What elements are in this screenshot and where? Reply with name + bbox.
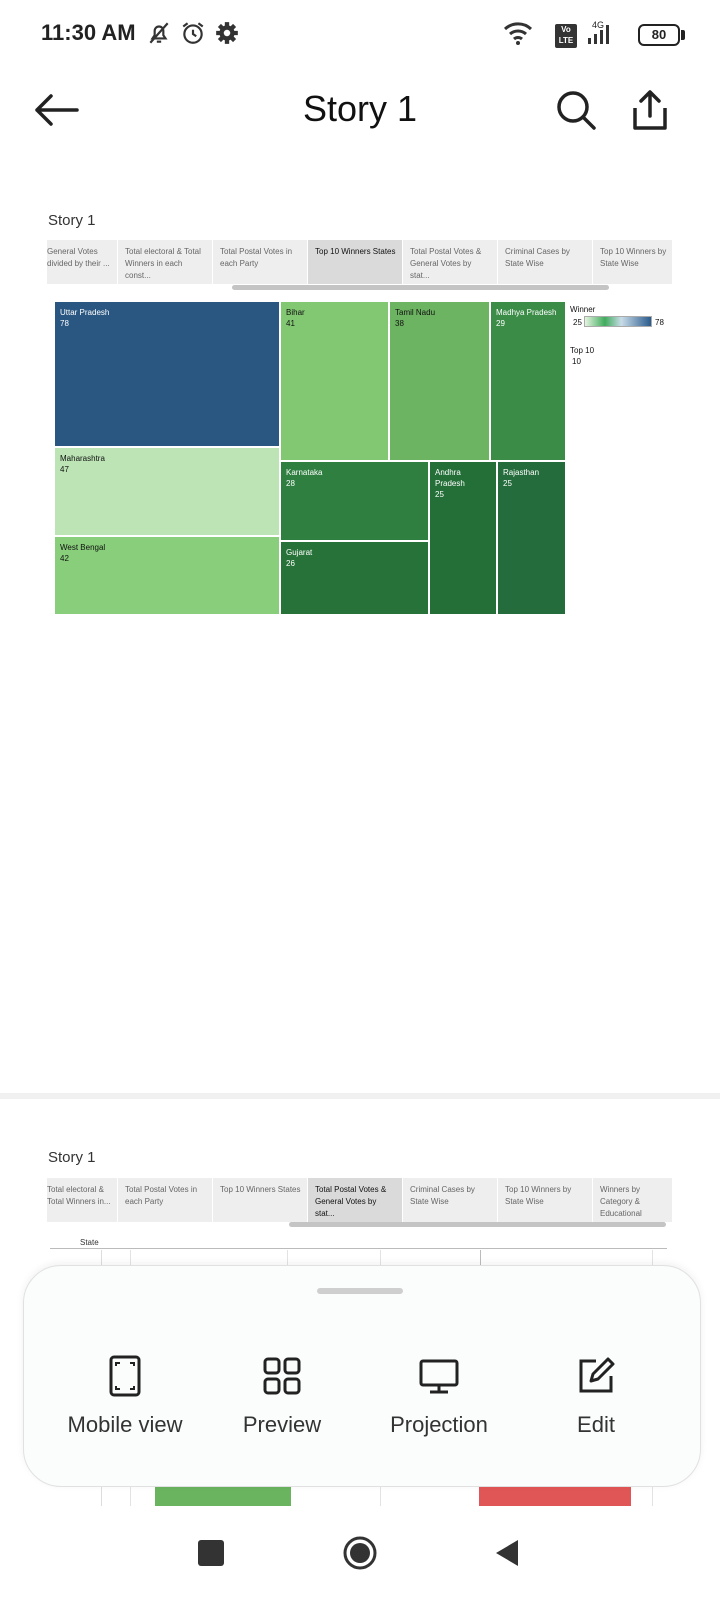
action-label: Edit [577,1412,615,1437]
back-triangle-icon[interactable] [494,1538,520,1568]
action-label: Mobile view [67,1412,183,1437]
cell-name: Andhra Pradesh [435,468,465,488]
story-label: Story 1 [48,212,96,229]
action-label: Preview [242,1412,322,1437]
story-tab[interactable]: Total Postal Votes & General Votes by st… [403,240,498,284]
home-circle-icon[interactable] [343,1536,377,1570]
legend-min: 25 [573,318,582,327]
mobile-view-icon [103,1354,147,1398]
cell-name: Maharashtra [60,454,105,463]
tabs-scrollbar[interactable] [289,1222,666,1227]
treemap-cell[interactable]: Rajasthan 25 [497,461,566,615]
settings-gear-icon [214,20,240,46]
cell-name: Bihar [286,308,305,317]
treemap-cell[interactable]: Maharashtra 47 [54,447,280,536]
treemap-cell[interactable]: Gujarat 26 [280,541,429,615]
status-time: 11:30 AM [41,20,136,45]
story-tabs: General Votes divided by their ... Total… [47,240,673,284]
preview-button[interactable]: Preview [207,1354,357,1438]
story-tab[interactable]: Total Postal Votes in each Party [118,1178,213,1222]
story-label: Story 1 [48,1149,96,1166]
cell-value: 25 [503,479,512,488]
cell-name: Gujarat [286,548,313,557]
cell-value: 42 [60,554,69,563]
tabs-scrollbar[interactable] [232,285,609,290]
page-title: Story 1 [302,88,418,129]
cell-name: Rajasthan [503,468,540,477]
volte-icon: Vo LTE [555,24,577,48]
treemap-cell[interactable]: Bihar 41 [280,301,389,461]
share-icon [633,90,667,130]
treemap-cell[interactable]: Andhra Pradesh 25 [429,461,497,615]
share-button[interactable] [622,82,678,138]
edit-button[interactable]: Edit [521,1354,671,1438]
story-tab[interactable]: Top 10 Winners States [213,1178,308,1222]
story-tab[interactable]: Total electoral & Total Winners in... [47,1178,118,1222]
sheet-drag-handle[interactable] [317,1288,403,1294]
cell-value: 29 [496,319,505,328]
action-label: Projection [390,1412,488,1437]
story-tab[interactable]: Top 10 Winners by State Wise [498,1178,593,1222]
cell-value: 25 [435,490,444,499]
cell-value: 41 [286,319,295,328]
story-tab-active[interactable]: Top 10 Winners States [308,240,403,284]
story-tab[interactable]: Total Postal Votes in each Party [213,240,308,284]
preview-grid-icon [260,1354,304,1398]
treemap-cell[interactable]: Tamil Nadu 38 [389,301,490,461]
cell-value: 28 [286,479,295,488]
battery-indicator: 80 [638,24,680,46]
search-icon [557,91,596,130]
cell-name: West Bengal [60,543,106,552]
story-tab[interactable]: Winners by Category & Educational Quali.… [593,1178,673,1222]
alarm-icon [180,20,206,46]
header-rule [50,1248,667,1249]
treemap-cell[interactable]: Karnataka 28 [280,461,429,541]
cell-value: 38 [395,319,404,328]
battery-tip [681,30,685,40]
story-tabs: Total electoral & Total Winners in... To… [47,1178,673,1222]
recents-square-icon[interactable] [198,1540,224,1566]
story-tab[interactable]: Criminal Cases by State Wise [403,1178,498,1222]
story-tab[interactable]: Criminal Cases by State Wise [498,240,593,284]
cell-name: Tamil Nadu [395,308,436,317]
mobile-view-button[interactable]: Mobile view [50,1354,200,1438]
search-button[interactable] [548,82,604,138]
legend-color-scale [584,316,652,327]
edit-icon [574,1354,618,1398]
legend-title: Winner [570,305,596,314]
treemap-cell[interactable]: West Bengal 42 [54,536,280,615]
story-tab-active[interactable]: Total Postal Votes & General Votes by st… [308,1178,403,1222]
projection-button[interactable]: Projection [364,1354,514,1438]
story-tab[interactable]: General Votes divided by their ... [47,240,118,284]
story-tab[interactable]: Top 10 Winners by State Wise [593,240,673,284]
cell-value: 47 [60,465,69,474]
treemap-cell[interactable]: Uttar Pradesh 78 [54,301,280,447]
filter-value: 10 [572,357,581,366]
legend-max: 78 [655,318,664,327]
column-header: State [80,1238,99,1247]
cell-value: 26 [286,559,295,568]
signal-icon [586,22,612,48]
cell-name: Karnataka [286,468,323,477]
cell-value: 78 [60,319,69,328]
treemap-cell[interactable]: Madhya Pradesh 29 [490,301,566,461]
cell-name: Uttar Pradesh [60,308,110,317]
treemap-chart: Uttar Pradesh 78 Maharashtra 47 West Ben… [54,301,566,615]
cell-name: Madhya Pradesh [496,308,557,317]
story-tab[interactable]: Total electoral & Total Winners in each … [118,240,213,284]
projection-monitor-icon [417,1354,461,1398]
wifi-icon [502,20,534,46]
mute-icon [146,20,172,46]
card-divider [0,1093,720,1099]
filter-title: Top 10 [570,346,595,355]
